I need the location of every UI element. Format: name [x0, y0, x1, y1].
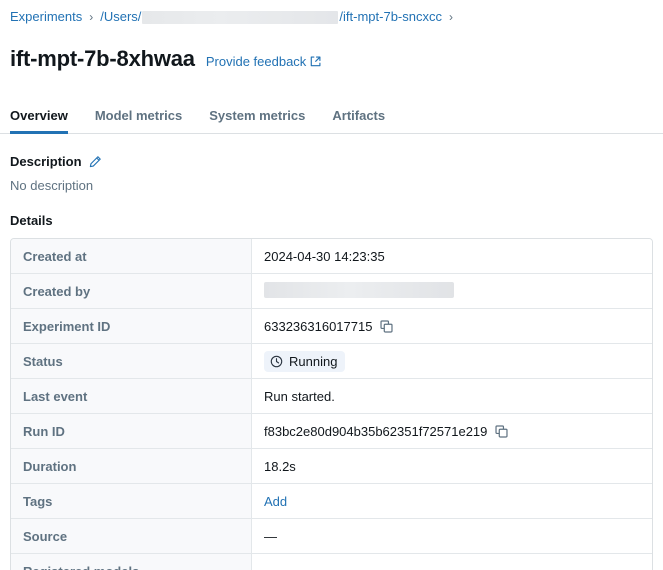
- experiment-id-text: 633236316017715: [264, 318, 373, 334]
- page-title: ift-mpt-7b-8xhwaa: [10, 45, 195, 71]
- run-overview-page: Experiments › /Users//ift-mpt-7b-sncxcc …: [0, 0, 663, 570]
- tab-model-metrics[interactable]: Model metrics: [95, 108, 182, 134]
- breadcrumb: Experiments › /Users//ift-mpt-7b-sncxcc …: [0, 0, 663, 25]
- table-row: Created by: [11, 274, 652, 310]
- row-label-run-id: Run ID: [11, 414, 252, 450]
- breadcrumb-trailing-separator-icon: ›: [449, 10, 453, 24]
- row-value-registered-models: —: [252, 554, 652, 570]
- table-row: Registered models —: [11, 554, 652, 570]
- row-label-registered-models: Registered models: [11, 554, 252, 570]
- row-label-tags: Tags: [11, 484, 252, 520]
- breadcrumb-user-path[interactable]: /Users/ /ift-mpt-7b-sncxcc: [100, 9, 442, 25]
- description-heading: Description: [10, 154, 82, 170]
- row-value-status: Running: [252, 344, 652, 380]
- row-value-source: —: [252, 519, 652, 555]
- status-badge: Running: [264, 350, 346, 372]
- row-value-run-id: f83bc2e80d904b35b62351f72571e219: [252, 414, 652, 450]
- status-label: Running: [289, 353, 338, 369]
- clock-icon: [270, 355, 283, 368]
- row-value-created-at: 2024-04-30 14:23:35: [252, 239, 652, 275]
- row-label-experiment-id: Experiment ID: [11, 309, 252, 345]
- details-table: Created at 2024-04-30 14:23:35 Created b…: [10, 238, 653, 570]
- copy-icon[interactable]: [380, 320, 394, 333]
- external-link-icon: [310, 56, 321, 67]
- table-row: Tags Add: [11, 484, 652, 520]
- row-label-created-at: Created at: [11, 239, 252, 275]
- table-row: Source —: [11, 519, 652, 555]
- row-label-duration: Duration: [11, 449, 252, 485]
- row-value-created-by: [252, 274, 652, 310]
- tab-artifacts[interactable]: Artifacts: [332, 108, 385, 134]
- row-label-created-by: Created by: [11, 274, 252, 310]
- row-value-last-event: Run started.: [252, 379, 652, 415]
- provide-feedback-link[interactable]: Provide feedback: [206, 54, 321, 69]
- created-by-redaction-bar: [264, 281, 454, 298]
- table-row: Duration 18.2s: [11, 449, 652, 485]
- tab-bar: Overview Model metrics System metrics Ar…: [0, 103, 663, 135]
- row-label-last-event: Last event: [11, 379, 252, 415]
- tab-system-metrics[interactable]: System metrics: [209, 108, 305, 134]
- row-value-duration: 18.2s: [252, 449, 652, 485]
- description-section: Description No description Details: [0, 154, 663, 228]
- details-heading: Details: [10, 213, 53, 229]
- description-body: No description: [10, 178, 94, 194]
- add-tag-link[interactable]: Add: [264, 494, 287, 509]
- tab-overview[interactable]: Overview: [10, 108, 68, 135]
- table-row: Experiment ID 633236316017715: [11, 309, 652, 345]
- table-row: Created at 2024-04-30 14:23:35: [11, 239, 652, 275]
- breadcrumb-separator-icon: ›: [89, 10, 94, 24]
- row-value-experiment-id: 633236316017715: [252, 309, 652, 345]
- breadcrumb-path-suffix: /ift-mpt-7b-sncxcc: [339, 9, 442, 24]
- breadcrumb-experiments-link[interactable]: Experiments: [10, 9, 82, 25]
- row-label-status: Status: [11, 344, 252, 380]
- row-label-source: Source: [11, 519, 252, 555]
- run-id-text: f83bc2e80d904b35b62351f72571e219: [264, 423, 488, 439]
- table-row: Run ID f83bc2e80d904b35b62351f72571e219: [11, 414, 652, 450]
- pencil-icon[interactable]: [89, 155, 102, 168]
- table-row: Last event Run started.: [11, 379, 652, 415]
- copy-icon[interactable]: [495, 425, 508, 438]
- page-header: ift-mpt-7b-8xhwaa Provide feedback: [0, 25, 663, 86]
- breadcrumb-redaction-bar: [142, 10, 339, 24]
- table-row: Status Running: [11, 344, 652, 380]
- description-header: Description: [10, 154, 663, 169]
- provide-feedback-label: Provide feedback: [205, 53, 307, 69]
- breadcrumb-path-prefix: /Users/: [100, 9, 142, 24]
- row-value-tags: Add: [252, 484, 652, 520]
